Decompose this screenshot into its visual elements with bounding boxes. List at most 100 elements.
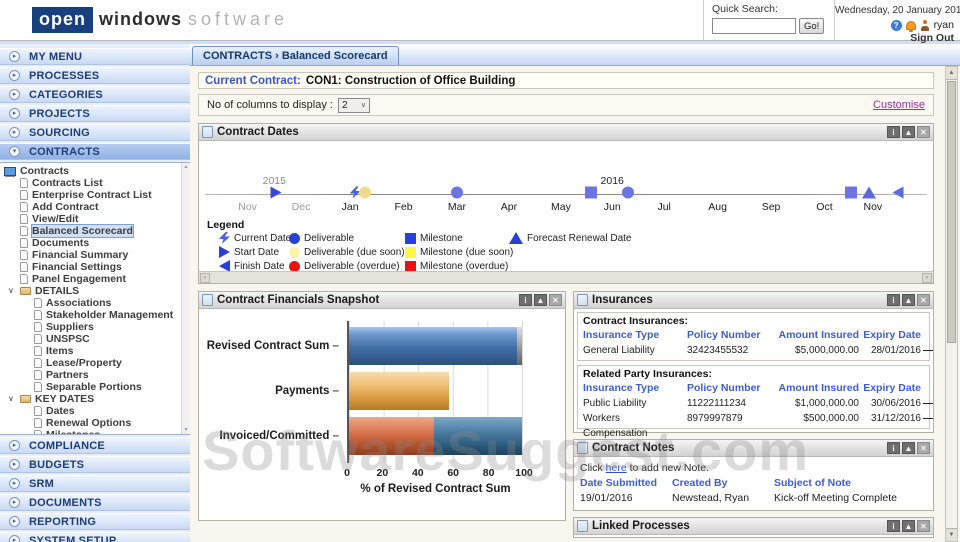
customise-link[interactable]: Customise [873,99,925,111]
timeline-month: Mar [447,201,467,213]
alerts-bell-icon[interactable] [905,20,916,32]
panel-collapse-button[interactable]: ▲ [534,294,547,306]
sidebar-item-projects[interactable]: PROJECTS [0,105,190,122]
quick-search-input[interactable] [712,18,796,34]
current-contract-bar: Current Contract: CON1: Construction of … [198,72,934,89]
tree-item-label: Dates [46,405,75,417]
main-scrollbar[interactable] [945,66,958,542]
help-icon[interactable] [890,19,902,31]
tab-balanced-scorecard[interactable]: CONTRACTS › Balanced Scorecard [192,46,399,65]
insurance-row[interactable]: Workers Compensation 8979997879 $500,000.0… [579,411,933,439]
sidebar-item-processes[interactable]: PROCESSES [0,67,190,84]
sidebar-item-compliance[interactable]: COMPLIANCE [0,437,190,454]
panel-close-button[interactable]: ✕ [917,126,930,138]
tree-item-items[interactable]: Items [4,345,180,357]
tree-item-panel-engagement[interactable]: Panel Engagement [4,273,180,285]
panel-close-button[interactable]: ✕ [917,442,930,454]
insurance-row[interactable]: Public Liability 11222111234 $1,000,000.00… [579,396,933,411]
tree-item-partners[interactable]: Partners [4,369,180,381]
scrollbar-track[interactable] [946,80,957,528]
panel-info-button[interactable]: i [887,442,900,454]
cell: 30/06/2016 [870,398,921,409]
tree-item-enterprise-contract-list[interactable]: Enterprise Contract List [4,189,180,201]
tree-item-financial-summary[interactable]: Financial Summary [4,249,180,261]
panel-close-button[interactable]: ✕ [549,294,562,306]
sidebar-item-contracts[interactable]: CONTRACTS [0,143,190,160]
user-icon[interactable] [920,19,930,31]
insurances-body: Contract Insurances: Insurance Type Policy… [574,309,933,439]
tree-scrollbar[interactable] [181,163,190,434]
tree-item-financial-settings[interactable]: Financial Settings [4,261,180,273]
page-icon [34,346,42,356]
note-row[interactable]: 19/01/2016 Newstead, Ryan Kick-off Meeting… [580,491,927,506]
tree-item-renewal-options[interactable]: Renewal Options [4,417,180,429]
panel-close-button[interactable]: ✕ [917,294,930,306]
tree-item-documents[interactable]: Documents [4,237,180,249]
scroll-down-icon[interactable] [946,528,957,541]
panel-collapse-button[interactable]: ▲ [902,126,915,138]
panel-close-button[interactable]: ✕ [917,520,930,532]
quick-search-go-button[interactable]: Go! [799,18,825,34]
tree-item-associations[interactable]: Associations [4,297,180,309]
tree-scroll-up-icon[interactable] [184,163,189,171]
timeline-scrollbar[interactable] [199,271,933,283]
sidebar-item-categories[interactable]: CATEGORIES [0,86,190,103]
tree-item-view-edit[interactable]: View/Edit [4,213,180,225]
tree-item-contracts[interactable]: Contracts [4,165,180,177]
scroll-up-icon[interactable] [946,67,957,80]
insurance-row[interactable]: General Liability 32423455532 $5,000,000.0… [579,343,933,358]
tree-item-separable-portions[interactable]: Separable Portions [4,381,180,393]
panel-info-button[interactable]: i [887,294,900,306]
add-note-link[interactable]: here [606,462,627,474]
panel-collapse-button[interactable]: ▲ [902,442,915,454]
chart-x-tick: 0 [344,467,350,479]
tree-item-add-contract[interactable]: Add Contract [4,201,180,213]
legend-item-deliverable: Deliverable [289,232,405,244]
tree-item-suppliers[interactable]: Suppliers [4,321,180,333]
scroll-right-icon[interactable] [922,272,932,283]
scroll-left-icon[interactable] [200,272,210,283]
tree-item-details[interactable]: DETAILS [4,285,180,297]
page-icon [34,418,42,428]
page-icon [34,298,42,308]
minus-icon[interactable]: — [921,396,933,411]
deliverable-due-soon-marker [359,186,372,202]
minus-icon[interactable]: — [921,411,933,441]
columns-select[interactable]: 2 [337,97,370,113]
panel-collapse-button[interactable]: ▲ [902,294,915,306]
tree-item-lease-property[interactable]: Lease/Property [4,357,180,369]
sidebar-item-sourcing[interactable]: SOURCING [0,124,190,141]
sidebar-item-srm[interactable]: SRM [0,475,190,492]
panel-collapse-button[interactable]: ▲ [902,520,915,532]
tree-item-key-dates[interactable]: KEY DATES [4,393,180,405]
panel-header: Linked Processes i ▲ ✕ [574,518,933,535]
sidebar-item-system-setup[interactable]: SYSTEM SETUP [0,532,190,542]
chevron-circle-icon [9,478,20,489]
sidebar-item-my-menu[interactable]: MY MENU [0,48,190,65]
cell: 28/01/2016 [870,345,921,356]
tree-item-unspsc[interactable]: UNSPSC [4,333,180,345]
tree-item-balanced-scorecard[interactable]: Balanced Scorecard [4,224,180,238]
tree-item-label: Separable Portions [46,381,142,393]
tree-item-dates[interactable]: Dates [4,405,180,417]
tree-item-contracts-list[interactable]: Contracts List [4,177,180,189]
scrollbar-thumb[interactable] [947,81,956,343]
sign-out-link[interactable]: Sign Out [835,32,954,44]
cell: 11222111234 [687,398,746,409]
tree-item-stakeholder-management[interactable]: Stakeholder Management [4,309,180,321]
legend-item-label: Milestone [420,232,463,244]
panel-info-button[interactable]: i [887,126,900,138]
sidebar-item-budgets[interactable]: BUDGETS [0,456,190,473]
page-icon [20,238,28,248]
square-icon [405,232,416,244]
sidebar-item-reporting[interactable]: REPORTING [0,513,190,530]
panel-info-button[interactable]: i [519,294,532,306]
chart-x-tick: 80 [482,467,495,479]
tree-item-milestones[interactable]: Milestones [4,429,180,434]
tree-scroll-down-icon[interactable] [184,426,189,434]
minus-icon[interactable]: — [921,343,933,358]
panel-info-button[interactable]: i [887,520,900,532]
sidebar-item-documents[interactable]: DOCUMENTS [0,494,190,511]
tree-item-label: Lease/Property [46,357,122,369]
cell: 31/12/2016 [870,413,921,424]
